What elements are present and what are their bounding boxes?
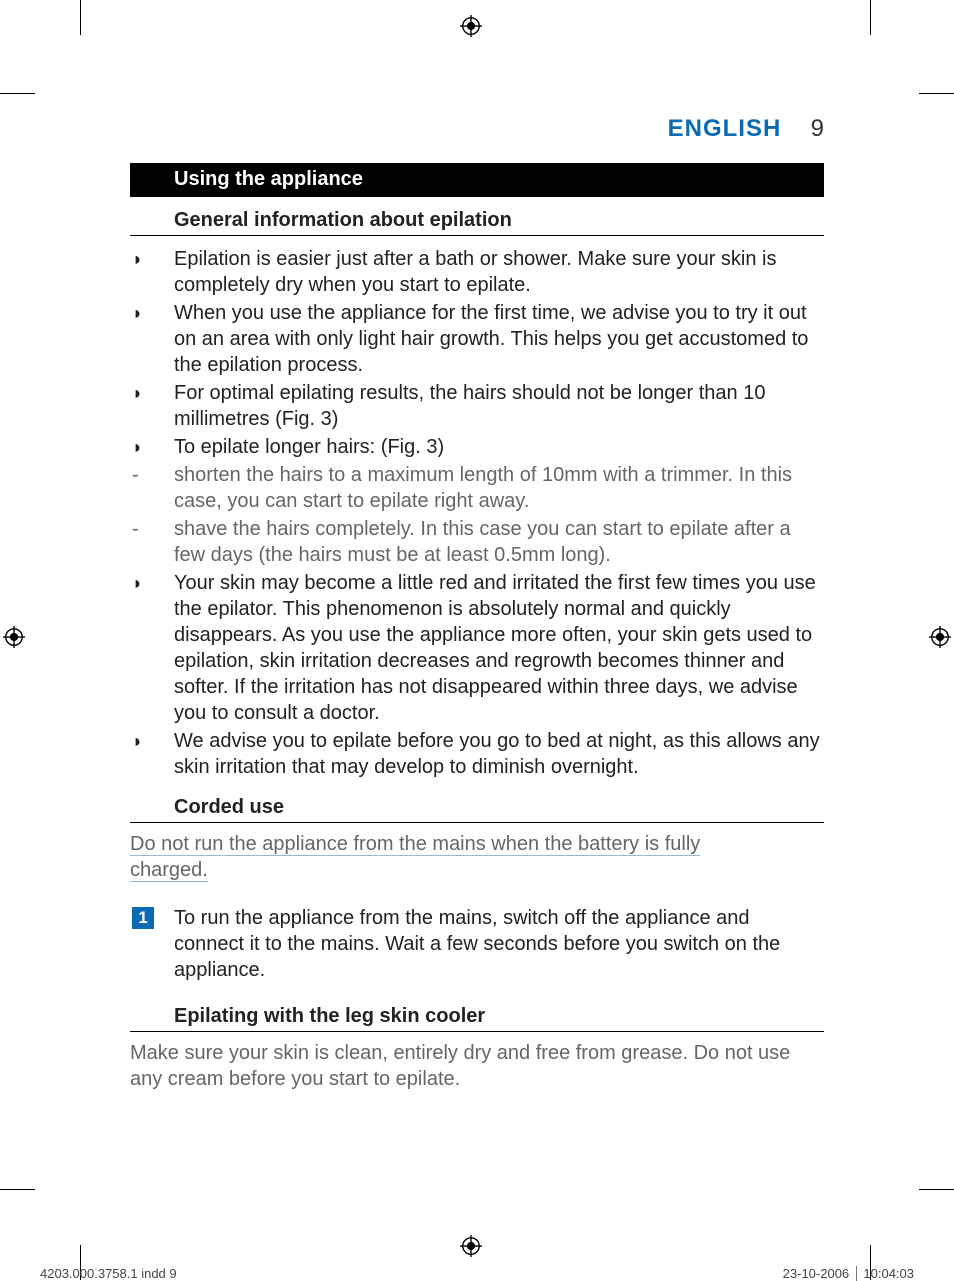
bullet-icon: ◗ bbox=[132, 248, 143, 271]
bullet-icon: ◗ bbox=[132, 730, 143, 753]
numbered-step: 1 To run the appliance from the mains, s… bbox=[130, 905, 824, 983]
corded-warning: Do not run the appliance from the mains … bbox=[130, 831, 824, 883]
registration-mark-icon bbox=[460, 15, 482, 37]
list-item: ◗To epilate longer hairs: (Fig. 3) bbox=[130, 434, 824, 460]
bullet-icon: ◗ bbox=[132, 382, 143, 405]
subheading-corded-use: Corded use bbox=[130, 788, 824, 823]
subheading-leg-cooler: Epilating with the leg skin cooler bbox=[130, 997, 824, 1032]
leg-cooler-paragraph: Make sure your skin is clean, entirely d… bbox=[130, 1040, 824, 1092]
list-item: ◗For optimal epilating results, the hair… bbox=[130, 380, 824, 432]
section-heading-using: Using the appliance bbox=[130, 163, 824, 197]
language-label: ENGLISH bbox=[668, 115, 782, 142]
footer-datetime: 23-10-2006 10:04:03 bbox=[783, 1266, 914, 1281]
list-item: ◗We advise you to epilate before you go … bbox=[130, 728, 824, 780]
step-number-box: 1 bbox=[132, 907, 154, 929]
bullet-list: ◗Epilation is easier just after a bath o… bbox=[130, 246, 824, 780]
list-item: ◗Epilation is easier just after a bath o… bbox=[130, 246, 824, 298]
page-number: 9 bbox=[788, 115, 824, 143]
dash-icon: - bbox=[132, 462, 139, 488]
registration-mark-icon bbox=[929, 626, 951, 648]
registration-mark-icon bbox=[460, 1235, 482, 1257]
bullet-icon: ◗ bbox=[132, 436, 143, 459]
subheading-general-info: General information about epilation bbox=[130, 201, 824, 236]
list-item: -shorten the hairs to a maximum length o… bbox=[130, 462, 824, 514]
registration-mark-icon bbox=[3, 626, 25, 648]
page-content: ENGLISH 9 Using the appliance General in… bbox=[130, 115, 824, 1092]
bullet-icon: ◗ bbox=[132, 572, 143, 595]
list-item: -shave the hairs completely. In this cas… bbox=[130, 516, 824, 568]
step-text: To run the appliance from the mains, swi… bbox=[174, 907, 780, 981]
list-item: ◗When you use the appliance for the firs… bbox=[130, 300, 824, 378]
dash-icon: - bbox=[132, 516, 139, 542]
page-header: ENGLISH 9 bbox=[130, 115, 824, 143]
bullet-icon: ◗ bbox=[132, 302, 143, 325]
footer-file-id: 4203.000.3758.1 indd 9 bbox=[40, 1266, 177, 1281]
list-item: ◗Your skin may become a little red and i… bbox=[130, 570, 824, 726]
